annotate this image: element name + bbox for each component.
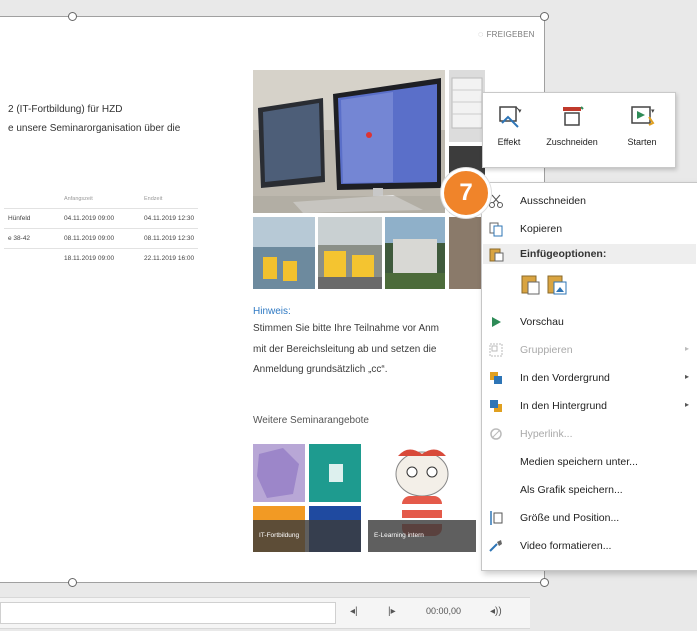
paste-keep-formatting-icon[interactable] — [520, 273, 542, 295]
photo-keyboard — [449, 70, 485, 142]
table-header: Anfangszeit — [64, 196, 93, 202]
tile-label: E-Learning intern — [368, 520, 476, 552]
table-cell: e 38-42 — [4, 228, 60, 249]
media-control-bar: ◂| |▸ 00:00,00 ◂)) — [0, 597, 530, 629]
menu-item-bring-forward[interactable]: In den Vordergrund ▸ — [482, 364, 697, 392]
photo-building — [385, 217, 445, 289]
next-frame-icon[interactable]: |▸ — [388, 606, 396, 617]
photo-chairs — [318, 217, 382, 289]
play-icon — [488, 314, 504, 330]
menu-item-group[interactable]: Gruppieren ▸ — [482, 336, 697, 364]
tile-label: IT-Fortbildung — [253, 520, 361, 552]
table-header: Endzeit — [144, 196, 163, 202]
resize-handle-bottom[interactable] — [68, 578, 77, 587]
media-timeline[interactable] — [0, 602, 336, 624]
share-button[interactable]: ◌ FREIGEBEN — [478, 29, 535, 39]
volume-icon[interactable]: ◂)) — [490, 606, 502, 617]
resize-handle-bottom-right[interactable] — [540, 578, 549, 587]
schedule-table: Anfangszeit Endzeit Hünfeld 04.11.2019 0… — [4, 190, 199, 268]
slide-title-line-1: 2 (IT-Fortbildung) für HZD — [8, 104, 123, 115]
selection-frame-top — [0, 16, 545, 17]
share-icon: ◌ — [478, 29, 484, 39]
menu-item-save-as-picture[interactable]: Als Grafik speichern... — [482, 476, 697, 504]
bring-forward-icon — [488, 370, 504, 386]
context-menu: Ausschneiden Kopieren Einfügeoptionen: V… — [481, 182, 697, 571]
further-seminars-heading: Weitere Seminarangebote — [253, 415, 369, 426]
table-cell: Hünfeld — [4, 208, 60, 229]
group-icon — [488, 342, 504, 358]
hinweis-text-line: Anmeldung grundsätzlich „cc“. — [253, 364, 388, 375]
start-icon: ▾ — [627, 101, 657, 131]
table-row: 18.11.2019 09:00 22.11.2019 16:00 — [4, 248, 199, 268]
table-cell: 08.11.2019 12:30 — [140, 228, 199, 249]
selection-frame-bottom — [0, 582, 545, 583]
table-cell: 08.11.2019 09:00 — [60, 228, 140, 249]
hinweis-heading: Hinweis: — [253, 306, 291, 317]
photo-extra — [449, 217, 485, 289]
paste-options-header: Einfügeoptionen: — [483, 244, 696, 264]
menu-item-save-media[interactable]: Medien speichern unter... — [482, 448, 697, 476]
effect-icon: ▾ — [494, 101, 524, 131]
format-video-icon — [488, 538, 504, 554]
menu-item-hyperlink[interactable]: Hyperlink... — [482, 420, 697, 448]
hinweis-text-line: Stimmen Sie bitte Ihre Teilnahme vor Anm — [253, 323, 440, 334]
crop-button[interactable]: Zuschneiden — [535, 101, 609, 147]
copy-icon — [488, 221, 504, 237]
mini-toolbar: ▾ Effekt Zuschneiden ▾ Starten — [482, 92, 676, 168]
link-icon — [488, 426, 504, 442]
table-header-row: Anfangszeit Endzeit — [4, 190, 198, 209]
paste-as-picture-icon[interactable] — [546, 273, 568, 295]
step-number-badge: 7 — [441, 168, 491, 218]
menu-item-size-position[interactable]: Größe und Position... — [482, 504, 697, 532]
svg-text:▾: ▾ — [651, 108, 655, 115]
table-header — [4, 190, 60, 209]
tile-e-learning[interactable]: E-Learning intern — [368, 444, 476, 552]
start-button[interactable]: ▾ Starten — [617, 101, 667, 147]
table-cell — [4, 248, 60, 268]
paste-icon — [488, 246, 504, 262]
menu-item-format-video[interactable]: Video formatieren... — [482, 532, 697, 560]
table-row: Hünfeld 04.11.2019 09:00 04.11.2019 12:3… — [4, 208, 199, 229]
media-time: 00:00,00 — [426, 606, 462, 616]
tile-it-fortbildung[interactable]: IT-Fortbildung — [253, 444, 361, 552]
menu-item-copy[interactable]: Kopieren — [482, 215, 697, 243]
table-cell: 04.11.2019 09:00 — [60, 208, 140, 229]
previous-frame-icon[interactable]: ◂| — [350, 606, 358, 617]
menu-item-cut[interactable]: Ausschneiden — [482, 187, 697, 215]
photo-monitors — [253, 70, 445, 213]
send-backward-icon — [488, 398, 504, 414]
table-row: e 38-42 08.11.2019 09:00 08.11.2019 12:3… — [4, 228, 199, 249]
size-position-icon — [488, 510, 504, 526]
submenu-arrow-icon: ▸ — [684, 344, 689, 353]
menu-item-preview[interactable]: Vorschau — [482, 308, 697, 336]
crop-icon — [557, 101, 587, 131]
slide-title-line-2: e unsere Seminarorganisation über die — [8, 123, 181, 134]
effect-button[interactable]: ▾ Effekt — [489, 101, 529, 147]
menu-item-send-backward[interactable]: In den Hintergrund ▸ — [482, 392, 697, 420]
resize-handle-top-right[interactable] — [540, 12, 549, 21]
hinweis-text-line: mit der Bereichsleitung ab und setzen di… — [253, 344, 437, 355]
table-cell: 04.11.2019 12:30 — [140, 208, 199, 229]
resize-handle-top[interactable] — [68, 12, 77, 21]
submenu-arrow-icon: ▸ — [684, 400, 689, 409]
svg-text:▾: ▾ — [518, 108, 522, 115]
submenu-arrow-icon: ▸ — [684, 372, 689, 381]
photo-lounge — [253, 217, 315, 289]
table-cell: 18.11.2019 09:00 — [60, 248, 140, 268]
table-cell: 22.11.2019 16:00 — [140, 248, 199, 268]
